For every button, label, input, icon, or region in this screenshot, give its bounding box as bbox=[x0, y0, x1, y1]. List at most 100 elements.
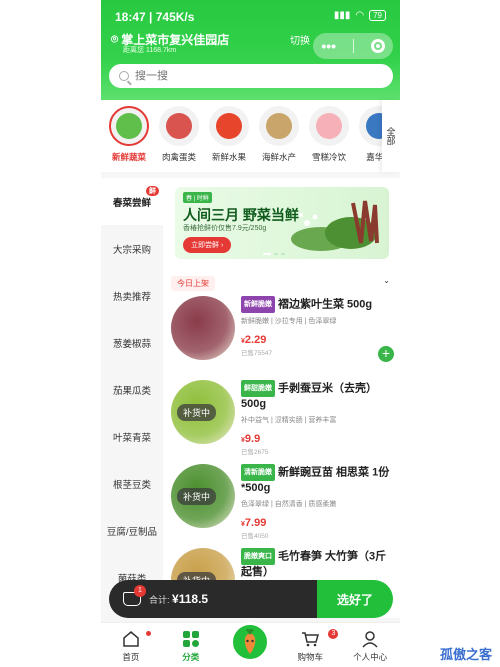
product-name: 新鲜脆嫩 褶边紫叶生菜 500g bbox=[241, 296, 396, 313]
capsule-divider bbox=[352, 39, 354, 53]
category-item[interactable]: 肉禽蛋类 bbox=[154, 100, 204, 172]
mini-program-capsule: ••• bbox=[313, 33, 393, 59]
category-strip: 新鲜蔬菜 肉禽蛋类 新鲜水果 海鲜水产 雪糕冷饮 嘉华饼 bbox=[101, 100, 400, 172]
banner-tag: 春 | 时鲜 bbox=[183, 192, 212, 203]
product-price: ¥2.29 bbox=[241, 334, 267, 346]
sidebar-item-label: 叶菜青菜 bbox=[112, 432, 151, 444]
sidebar-item-label: 茄果瓜类 bbox=[112, 385, 151, 397]
promo-banner[interactable]: 春 | 时鲜 人间三月 野菜当鲜 香椿抢鲜价仅售7.9元/250g 立即尝鲜 › bbox=[175, 187, 389, 259]
product-info: 清新脆嫩 新鲜豌豆苗 相思菜 1份*500g 色泽翠绿 | 自然清香 | 质感柔嫩 ¥… bbox=[241, 464, 396, 540]
category-thumb bbox=[166, 113, 192, 139]
watermark-text: 孤傲之客 bbox=[439, 647, 492, 662]
section-header: 今日上架 ⌄ bbox=[171, 276, 390, 291]
product-tag: 新鲜脆嫩 bbox=[241, 296, 275, 313]
sidebar-item-label: 葱姜椒蒜 bbox=[112, 338, 151, 350]
sidebar-item[interactable]: 叶菜青菜 bbox=[101, 413, 163, 460]
product-card[interactable]: 补货中 鲜甜脆嫩 手剥蚕豆米（去壳）500g 补中益气 | 涩精实肠 | 营养丰富 ¥9… bbox=[171, 380, 398, 464]
product-info: 新鲜脆嫩 褶边紫叶生菜 500g 新鲜脆嫩 | 沙拉专用 | 色泽翠绿 ¥2.29 已售… bbox=[241, 296, 396, 357]
switch-store-button[interactable]: 切换 bbox=[290, 32, 310, 47]
product-image[interactable]: 补货中 bbox=[171, 380, 235, 444]
more-menu-icon[interactable]: ••• bbox=[321, 38, 336, 54]
sidebar-item[interactable]: 根茎豆类 bbox=[101, 460, 163, 507]
page-margin-right bbox=[400, 0, 500, 667]
banner-subtitle: 香椿抢鲜价仅售7.9元/250g bbox=[183, 225, 267, 232]
product-description: 补中益气 | 涩精实肠 | 营养丰富 bbox=[241, 417, 337, 424]
category-image bbox=[259, 106, 299, 146]
chevron-down-icon[interactable]: ⌄ bbox=[383, 276, 390, 285]
product-price: ¥9.9 bbox=[241, 433, 261, 445]
all-categories-button[interactable]: 全部 bbox=[382, 100, 400, 172]
cart-icon[interactable]: 1 bbox=[123, 585, 146, 606]
battery-icon: 79 bbox=[369, 10, 386, 21]
cart-bar: 1 合计: ¥118.5 选好了 bbox=[109, 580, 393, 618]
category-image bbox=[309, 106, 349, 146]
banner-cta-button[interactable]: 立即尝鲜 › bbox=[183, 237, 232, 253]
cart-total: 合计: ¥118.5 bbox=[149, 592, 209, 606]
product-info: 鲜甜脆嫩 手剥蚕豆米（去壳）500g 补中益气 | 涩精实肠 | 营养丰富 ¥9.9 已… bbox=[241, 380, 396, 456]
sidebar-item-label: 大宗采购 bbox=[112, 244, 151, 256]
product-tag: 脆嫩爽口 bbox=[241, 548, 275, 565]
sidebar-item[interactable]: 茄果瓜类 bbox=[101, 366, 163, 413]
search-input[interactable] bbox=[135, 70, 335, 82]
sidebar-item[interactable]: 葱姜椒蒜 bbox=[101, 319, 163, 366]
header: 18:47 | 745K/s ▮▮▮ ◠ 79 ⌾ 掌上菜市复兴佳园店 距离您 … bbox=[101, 0, 400, 100]
page-margin-left bbox=[0, 0, 101, 667]
subcategory-sidebar: 春菜尝鲜鲜大宗采购 热卖推荐 葱姜椒蒜 茄果瓜类 叶菜青菜 根茎豆类 豆腐/豆制品 菌菇类 bbox=[101, 178, 163, 618]
sidebar-item[interactable]: 豆腐/豆制品 bbox=[101, 507, 163, 554]
add-to-cart-button[interactable]: + bbox=[378, 346, 394, 362]
cart-tab-badge: 3 bbox=[328, 629, 339, 639]
category-item[interactable]: 海鲜水产 bbox=[254, 100, 304, 172]
search-bar[interactable] bbox=[109, 64, 393, 88]
category-item[interactable]: 新鲜水果 bbox=[204, 100, 254, 172]
sidebar-item[interactable]: 大宗采购 bbox=[101, 225, 163, 272]
category-label: 新鲜水果 bbox=[211, 152, 246, 162]
sidebar-item-label: 根茎豆类 bbox=[112, 479, 151, 491]
signal-icon: ▮▮▮ bbox=[333, 10, 351, 21]
category-thumb bbox=[316, 113, 342, 139]
product-tag: 清新脆嫩 bbox=[241, 464, 275, 481]
store-distance: 距离您 1168.7km bbox=[123, 47, 177, 54]
close-mini-program-icon[interactable] bbox=[370, 39, 385, 53]
checkout-button[interactable]: 选好了 bbox=[317, 580, 393, 618]
status-icons: ▮▮▮ ◠ 79 bbox=[334, 10, 386, 21]
category-thumb bbox=[216, 113, 242, 139]
product-name: 清新脆嫩 新鲜豌豆苗 相思菜 1份*500g bbox=[241, 464, 396, 496]
search-icon bbox=[119, 71, 129, 81]
product-image[interactable] bbox=[171, 296, 235, 360]
product-card[interactable]: 补货中 清新脆嫩 新鲜豌豆苗 相思菜 1份*500g 色泽翠绿 | 自然清香 | 质感… bbox=[171, 464, 398, 548]
phone-screen: 18:47 | 745K/s ▮▮▮ ◠ 79 ⌾ 掌上菜市复兴佳园店 距离您 … bbox=[101, 0, 400, 667]
restocking-badge: 补货中 bbox=[177, 404, 217, 421]
category-label: 海鲜水产 bbox=[261, 152, 296, 162]
sidebar-item-label: 热卖推荐 bbox=[112, 291, 151, 303]
category-label: 肉禽蛋类 bbox=[161, 152, 196, 162]
sidebar-badge: 鲜 bbox=[146, 186, 159, 196]
greens-illustration bbox=[291, 200, 379, 251]
sidebar-item[interactable]: 热卖推荐 bbox=[101, 272, 163, 319]
restocking-badge: 补货中 bbox=[177, 488, 217, 505]
sidebar-item[interactable]: 春菜尝鲜鲜 bbox=[101, 178, 163, 225]
product-name: 鲜甜脆嫩 手剥蚕豆米（去壳）500g bbox=[241, 380, 396, 412]
cart-summary[interactable]: 1 合计: ¥118.5 bbox=[109, 580, 317, 618]
product-sold-count: 已售2675 bbox=[241, 449, 269, 456]
product-card[interactable]: 新鲜脆嫩 褶边紫叶生菜 500g 新鲜脆嫩 | 沙拉专用 | 色泽翠绿 ¥2.29 已售… bbox=[171, 296, 398, 380]
cart-count-badge: 1 bbox=[134, 585, 146, 597]
category-thumb bbox=[116, 113, 142, 139]
banner-title: 人间三月 野菜当鲜 bbox=[183, 207, 299, 223]
category-image bbox=[209, 106, 249, 146]
section-title: 今日上架 bbox=[171, 276, 215, 291]
category-item[interactable]: 新鲜蔬菜 bbox=[104, 100, 154, 172]
banner-pagination bbox=[263, 253, 285, 255]
category-thumb bbox=[266, 113, 292, 139]
sidebar-item-label: 豆腐/豆制品 bbox=[106, 526, 158, 538]
product-name: 脆嫩爽口 毛竹春笋 大竹笋（3斤起售） bbox=[241, 548, 396, 580]
wifi-icon: ◠ bbox=[355, 10, 365, 21]
category-item[interactable]: 雪糕冷饮 bbox=[304, 100, 354, 172]
status-time: 18:47 | 745K/s bbox=[115, 10, 195, 24]
product-image[interactable]: 补货中 bbox=[171, 464, 235, 528]
product-price: ¥7.99 bbox=[241, 517, 267, 529]
product-sold-count: 已售75547 bbox=[241, 350, 273, 357]
sidebar-item-label: 春菜尝鲜 bbox=[112, 197, 151, 209]
category-label: 雪糕冷饮 bbox=[311, 152, 346, 162]
product-sold-count: 已售4050 bbox=[241, 533, 269, 540]
product-description: 色泽翠绿 | 自然清香 | 质感柔嫩 bbox=[241, 501, 337, 508]
